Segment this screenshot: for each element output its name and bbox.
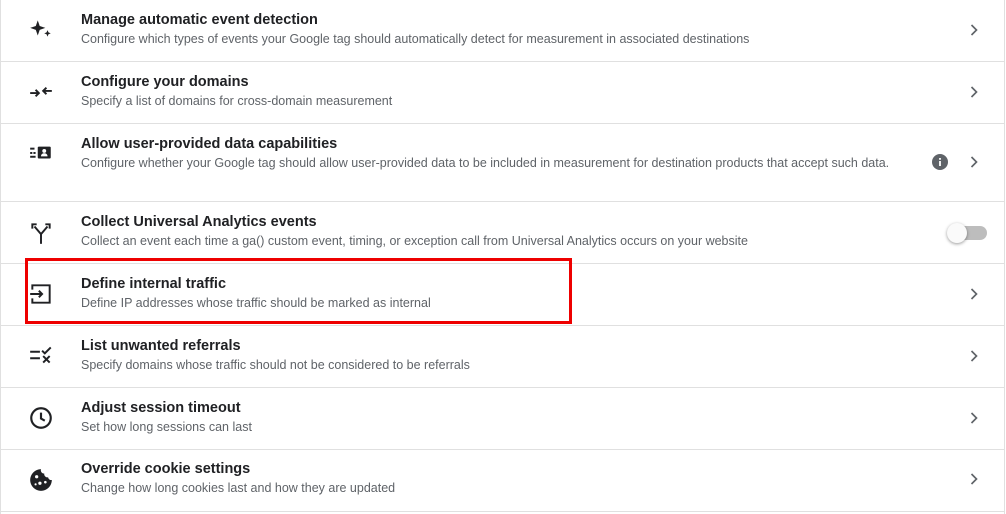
row-define-internal-traffic[interactable]: Define internal traffic Define IP addres… [1,264,1004,326]
row-manage-automatic-event-detection[interactable]: Manage automatic event detection Configu… [1,0,1004,62]
row-description: Change how long cookies last and how the… [81,481,396,495]
auto-detect-sparkle-icon [28,16,54,42]
clock-icon [28,405,54,431]
chevron-right-icon[interactable] [964,82,984,102]
login-arrow-icon [28,281,54,307]
row-description: Define IP addresses whose traffic should… [81,296,431,310]
row-configure-your-domains[interactable]: Configure your domains Specify a list of… [1,62,1004,124]
row-title: Manage automatic event detection [81,12,318,28]
chevron-right-icon[interactable] [964,20,984,40]
settings-list: Manage automatic event detection Configu… [0,0,1005,514]
chevron-right-icon[interactable] [964,346,984,366]
row-title: Collect Universal Analytics events [81,214,317,230]
row-list-unwanted-referrals[interactable]: List unwanted referrals Specify domains … [1,326,1004,388]
row-title: Override cookie settings [81,461,251,477]
merge-arrow-icon [28,220,54,246]
cross-domain-arrows-icon [28,79,54,105]
row-description: Configure whether your Google tag should… [81,156,890,170]
row-description: Specify a list of domains for cross-doma… [81,94,393,108]
row-description: Configure which types of events your Goo… [81,32,750,46]
user-data-list-icon [28,139,54,165]
row-description: Set how long sessions can last [81,420,252,434]
row-description: Collect an event each time a ga() custom… [81,234,748,248]
row-adjust-session-timeout[interactable]: Adjust session timeout Set how long sess… [1,388,1004,450]
row-title: Define internal traffic [81,276,227,292]
universal-analytics-toggle[interactable] [947,222,989,244]
row-title: List unwanted referrals [81,338,241,354]
row-override-cookie-settings[interactable]: Override cookie settings Change how long… [1,450,1004,512]
row-collect-universal-analytics-events: Collect Universal Analytics events Colle… [1,202,1004,264]
row-allow-user-provided-data[interactable]: Allow user-provided data capabilities Co… [1,124,1004,202]
row-title: Allow user-provided data capabilities [81,136,338,152]
chevron-right-icon[interactable] [964,284,984,304]
toggle-thumb [947,223,967,243]
checklist-x-icon [28,342,54,368]
row-title: Configure your domains [81,74,249,90]
chevron-right-icon[interactable] [964,408,984,428]
cookie-icon [28,467,54,493]
chevron-right-icon[interactable] [964,152,984,172]
row-description: Specify domains whose traffic should not… [81,358,470,372]
row-title: Adjust session timeout [81,400,241,416]
info-icon[interactable] [932,154,948,170]
chevron-right-icon[interactable] [964,469,984,489]
